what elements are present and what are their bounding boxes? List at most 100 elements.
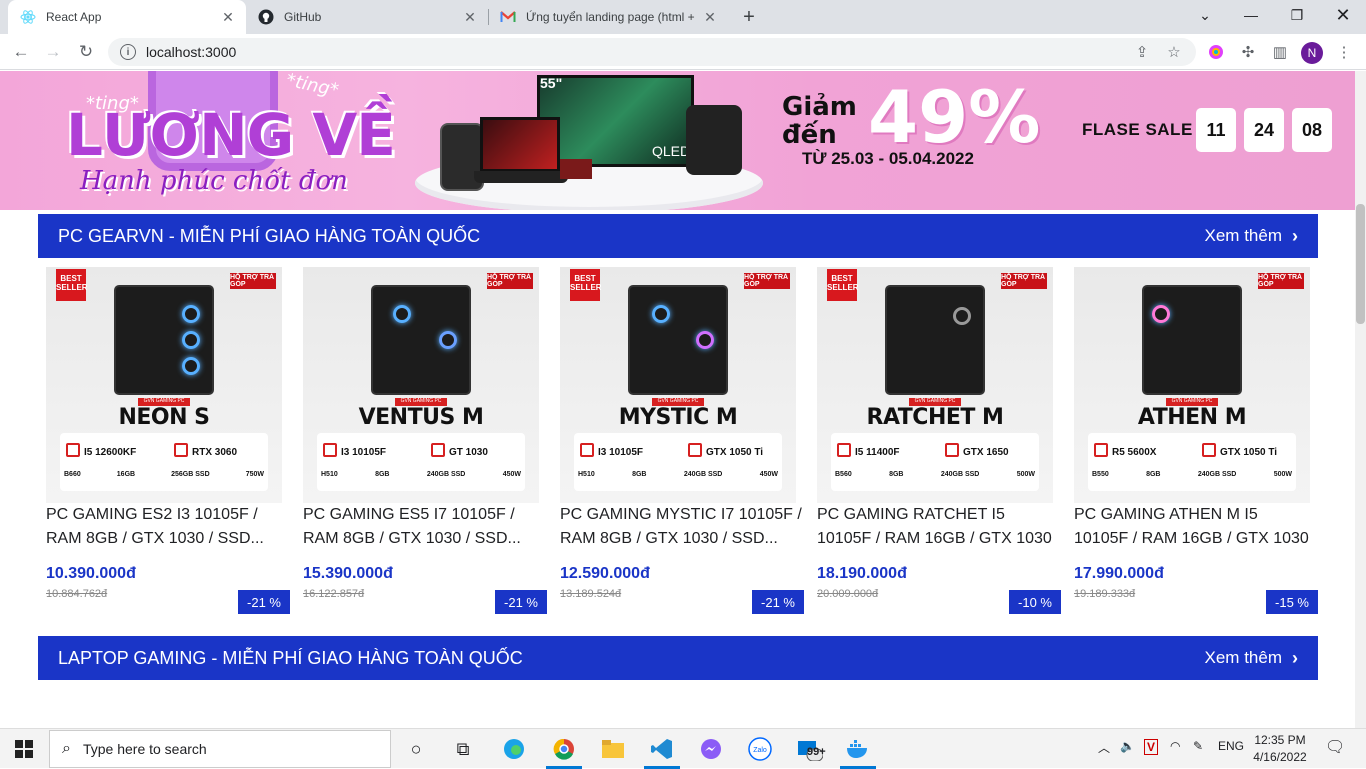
best-seller-badge: BEST SELLER bbox=[827, 269, 859, 301]
input-language[interactable]: ENG bbox=[1218, 739, 1244, 753]
product-old-price: 13.189.524đ bbox=[560, 588, 622, 600]
search-icon: ⌕ bbox=[62, 740, 71, 757]
spec-psu: 500W bbox=[1016, 471, 1035, 478]
product-image[interactable]: HỖ TRỢ TRẢ GÓP GVN GAMING PC VENTUS M I3… bbox=[303, 267, 539, 503]
installment-badge: HỖ TRỢ TRẢ GÓP bbox=[744, 273, 790, 289]
product-image[interactable]: BEST SELLER HỖ TRỢ TRẢ GÓP GVN GAMING PC … bbox=[817, 267, 1053, 503]
product-card[interactable]: BEST SELLER HỖ TRỢ TRẢ GÓP GVN GAMING PC … bbox=[560, 267, 804, 619]
site-info-icon[interactable]: i bbox=[120, 44, 136, 60]
side-panel-icon[interactable]: ▥ bbox=[1270, 42, 1290, 62]
product-image[interactable]: BEST SELLER HỖ TRỢ TRẢ GÓP GVN GAMING PC … bbox=[560, 267, 796, 503]
back-button[interactable]: ← bbox=[8, 39, 34, 65]
slogan-sub: Hạnh phúc chốt đơn bbox=[80, 166, 348, 196]
reload-button[interactable]: ↻ bbox=[73, 39, 99, 65]
wifi-icon[interactable]: ◠ bbox=[1170, 739, 1180, 753]
docker-icon[interactable] bbox=[842, 733, 874, 765]
product-title[interactable]: PC GAMING ATHEN M I5 10105F / RAM 16GB /… bbox=[1074, 503, 1316, 551]
gpu-spec: GTX 1050 Ti bbox=[1220, 447, 1278, 458]
pc-case-graphic bbox=[630, 287, 726, 393]
new-tab-button[interactable]: + bbox=[737, 5, 761, 29]
section-title: PC GEARVN - MIỄN PHÍ GIAO HÀNG TOÀN QUỐC bbox=[58, 225, 481, 246]
pc-case-graphic bbox=[1144, 287, 1240, 393]
tray-chevron-up-icon[interactable]: ︿ bbox=[1098, 739, 1110, 756]
cpu-spec: R5 5600X bbox=[1112, 447, 1157, 458]
spec-ram: 8GB bbox=[889, 471, 904, 478]
product-image[interactable]: BEST SELLER HỖ TRỢ TRẢ GÓP GVN GAMING PC … bbox=[46, 267, 282, 503]
product-title[interactable]: PC GAMING RATCHET I5 10105F / RAM 16GB /… bbox=[817, 503, 1059, 551]
tab-title: React App bbox=[46, 10, 102, 24]
close-icon[interactable]: ✕ bbox=[460, 7, 480, 27]
product-title[interactable]: PC GAMING ES2 I3 10105F / RAM 8GB / GTX … bbox=[46, 503, 288, 551]
product-title[interactable]: PC GAMING ES5 I7 10105F / RAM 8GB / GTX … bbox=[303, 503, 545, 551]
extensions-puzzle-icon[interactable]: ✣ bbox=[1238, 42, 1258, 62]
product-card[interactable]: BEST SELLER HỖ TRỢ TRẢ GÓP GVN GAMING PC … bbox=[46, 267, 290, 619]
page-viewport: *ting* *ting* LƯƠNG VỀ Hạnh phúc chốt đơ… bbox=[0, 71, 1355, 728]
edge-icon[interactable] bbox=[498, 733, 530, 765]
image-product-name: NEON S bbox=[118, 405, 210, 430]
cpu-spec: I3 10105F bbox=[341, 447, 387, 458]
task-view-icon[interactable]: ⧉ bbox=[447, 733, 479, 765]
notifications-icon[interactable]: 🗨 bbox=[1325, 737, 1345, 757]
ting-text: *ting* bbox=[284, 71, 341, 102]
minimize-button[interactable]: — bbox=[1228, 0, 1274, 30]
gpu-spec: GTX 1650 bbox=[963, 447, 1009, 458]
product-title[interactable]: PC GAMING MYSTIC I7 10105F / RAM 8GB / G… bbox=[560, 503, 802, 551]
best-seller-badge: BEST SELLER bbox=[570, 269, 602, 301]
vscode-icon[interactable] bbox=[646, 733, 678, 765]
spec-mainboard: B660 bbox=[64, 471, 81, 478]
tab-search-chevron-icon[interactable]: ⌄ bbox=[1182, 0, 1228, 30]
product-price: 17.990.000đ bbox=[1074, 565, 1164, 582]
product-old-price: 16.122.857đ bbox=[303, 588, 365, 600]
share-icon[interactable]: ⇪ bbox=[1132, 42, 1152, 62]
search-placeholder: Type here to search bbox=[82, 741, 207, 757]
tab-gmail[interactable]: Ứng tuyển landing page (html + ✕ bbox=[488, 0, 728, 34]
restore-button[interactable]: ❐ bbox=[1274, 0, 1320, 30]
windows-start-button[interactable] bbox=[0, 729, 48, 769]
close-window-button[interactable]: ✕ bbox=[1320, 0, 1366, 30]
spec-row: B550 8GB 240GB SSD 500W bbox=[1092, 471, 1292, 478]
product-card[interactable]: HỖ TRỢ TRẢ GÓP GVN GAMING PC ATHEN M R5 … bbox=[1074, 267, 1318, 619]
page-scrollbar[interactable] bbox=[1355, 71, 1366, 728]
chrome-icon[interactable] bbox=[548, 733, 580, 765]
product-card[interactable]: BEST SELLER HỖ TRỢ TRẢ GÓP GVN GAMING PC … bbox=[817, 267, 1061, 619]
url-text: localhost:3000 bbox=[146, 44, 237, 60]
best-seller-badge: BEST SELLER bbox=[56, 269, 88, 301]
promo-banner[interactable]: *ting* *ting* LƯƠNG VỀ Hạnh phúc chốt đơ… bbox=[0, 71, 1355, 210]
tab-react-app[interactable]: React App ✕ bbox=[8, 0, 246, 34]
spec-row: B660 16GB 256GB SSD 750W bbox=[64, 471, 264, 478]
cortana-icon[interactable]: ○ bbox=[400, 733, 432, 765]
gpu-icon bbox=[431, 443, 445, 457]
pen-icon[interactable]: ✎ bbox=[1193, 739, 1203, 753]
avatar[interactable]: N bbox=[1301, 42, 1323, 64]
taskbar-search-box[interactable]: ⌕ Type here to search bbox=[49, 730, 391, 768]
github-icon bbox=[258, 9, 274, 25]
spec-storage: 240GB SSD bbox=[1197, 471, 1237, 478]
discount-badge: -21 % bbox=[752, 590, 804, 614]
product-price: 15.390.000đ bbox=[303, 565, 393, 582]
scrollbar-thumb[interactable] bbox=[1356, 204, 1365, 324]
spec-box bbox=[1088, 433, 1296, 491]
extension-color-icon[interactable] bbox=[1206, 42, 1226, 62]
tab-github[interactable]: GitHub ✕ bbox=[246, 0, 488, 34]
volume-icon[interactable]: 🔈 bbox=[1120, 739, 1135, 753]
product-card[interactable]: HỖ TRỢ TRẢ GÓP GVN GAMING PC VENTUS M I3… bbox=[303, 267, 547, 619]
close-icon[interactable]: ✕ bbox=[700, 7, 720, 27]
messenger-icon[interactable] bbox=[695, 733, 727, 765]
zalo-icon[interactable]: Zalo bbox=[744, 733, 776, 765]
see-more-link[interactable]: Xem thêm › bbox=[1205, 648, 1298, 669]
antivirus-icon[interactable]: V bbox=[1144, 739, 1159, 755]
spec-storage: 240GB SSD bbox=[426, 471, 466, 478]
bookmark-star-icon[interactable]: ☆ bbox=[1164, 42, 1184, 62]
flash-sale-label: FLASE SALE : bbox=[1082, 120, 1205, 139]
windows-logo-icon bbox=[15, 740, 33, 758]
address-bar[interactable]: i localhost:3000 ⇪ ☆ bbox=[108, 38, 1196, 66]
forward-button[interactable]: → bbox=[40, 39, 66, 65]
product-old-price: 10.884.762đ bbox=[46, 588, 108, 600]
system-clock[interactable]: 12:35 PM 4/16/2022 bbox=[1250, 732, 1310, 766]
fan-graphic bbox=[953, 307, 971, 325]
product-image[interactable]: HỖ TRỢ TRẢ GÓP GVN GAMING PC ATHEN M R5 … bbox=[1074, 267, 1310, 503]
close-icon[interactable]: ✕ bbox=[218, 7, 238, 27]
see-more-link[interactable]: Xem thêm › bbox=[1205, 226, 1298, 247]
file-explorer-icon[interactable] bbox=[597, 733, 629, 765]
menu-kebab-icon[interactable]: ⋮ bbox=[1334, 42, 1354, 62]
